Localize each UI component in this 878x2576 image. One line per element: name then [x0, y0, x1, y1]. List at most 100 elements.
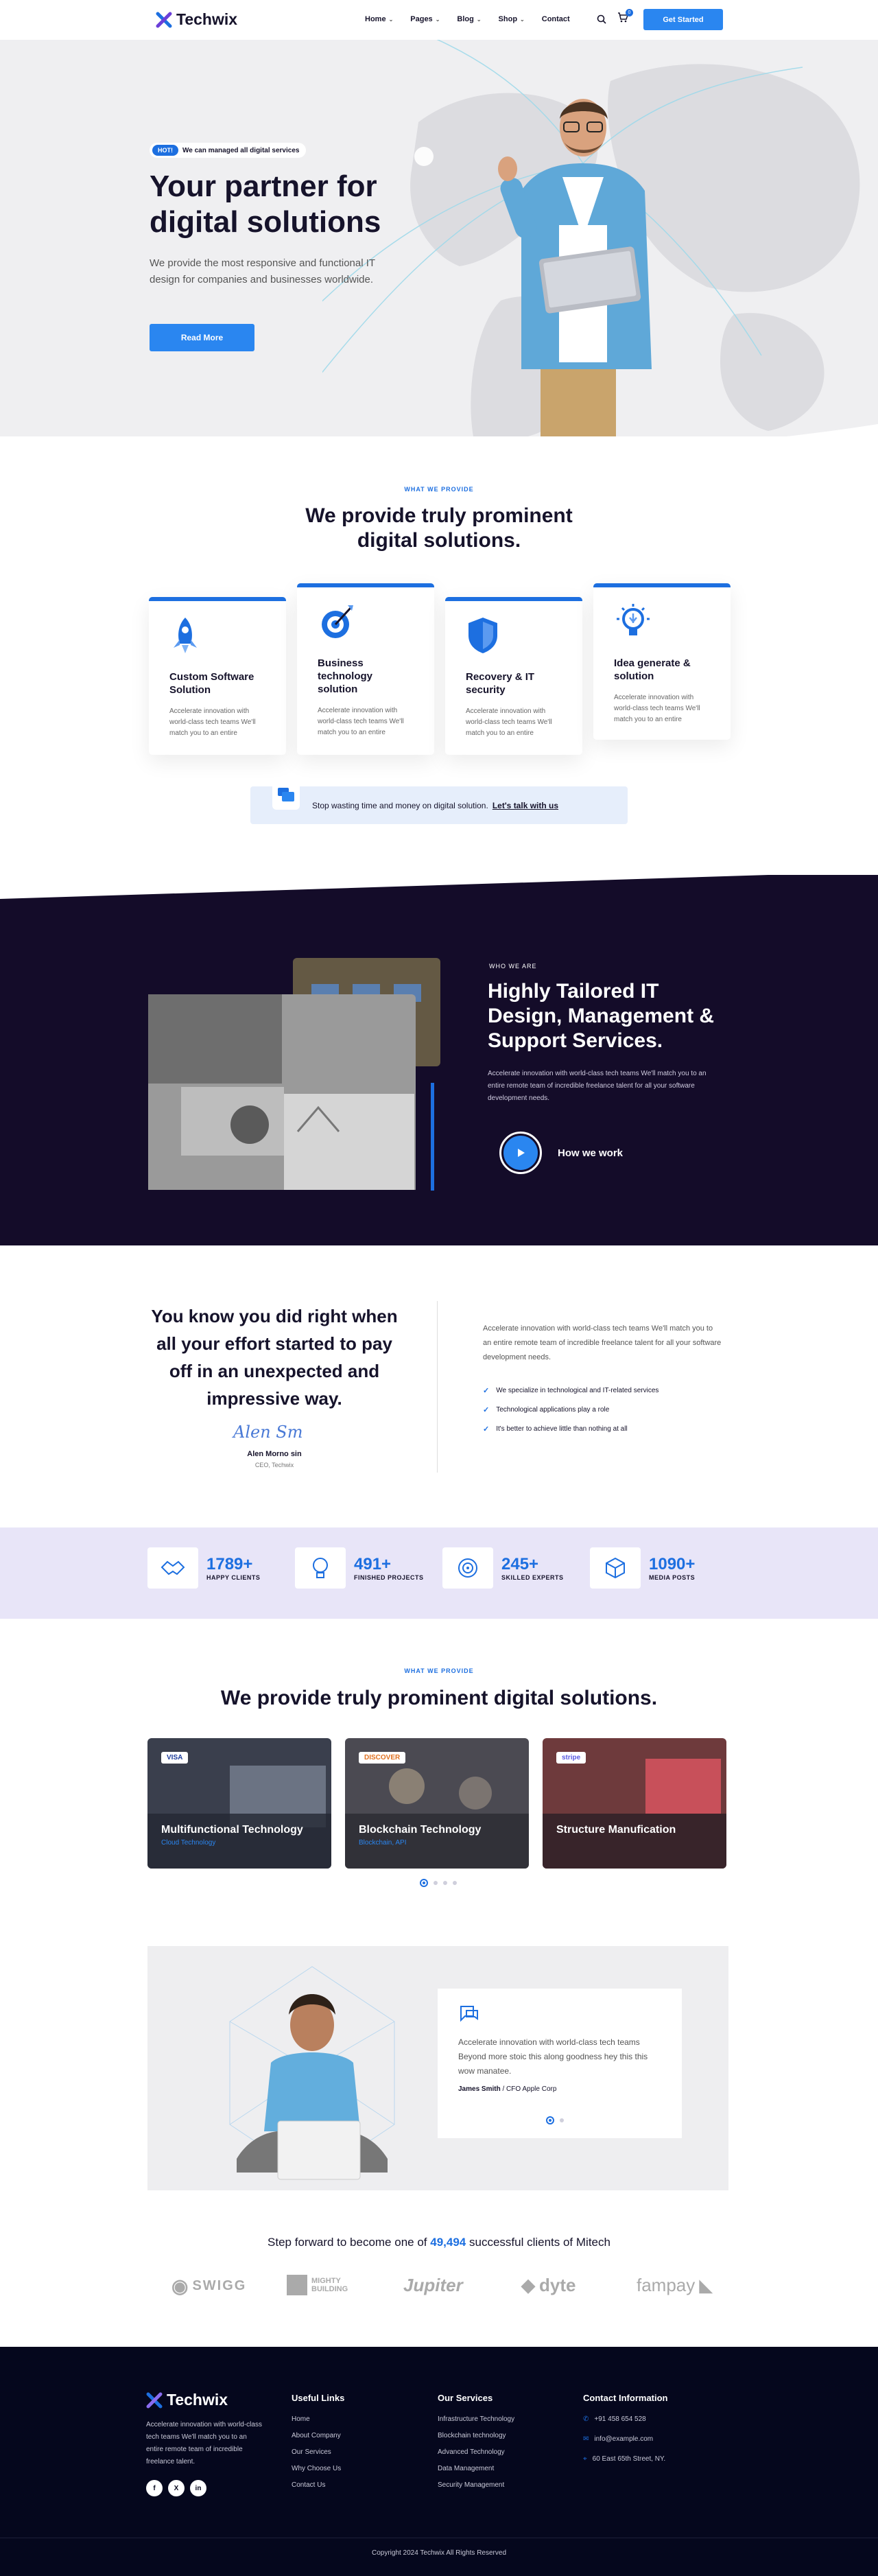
footer-link[interactable]: Contact Us	[292, 2481, 344, 2498]
footer-logo[interactable]: Techwix	[146, 2391, 228, 2409]
client-logo: fampay ◣	[637, 2275, 713, 2295]
nav-pages[interactable]: Pages ⌄	[410, 15, 440, 23]
linkedin-icon[interactable]: in	[190, 2480, 206, 2496]
fampay-logo-mark: ◣	[699, 2275, 713, 2295]
chevron-down-icon: ⌄	[476, 16, 482, 23]
footer-col-title: Our Services	[438, 2393, 493, 2403]
card-brand-tag: stripe	[556, 1752, 586, 1764]
chevron-down-icon: ⌄	[435, 16, 440, 23]
service-card-text: Accelerate innovation with world-class t…	[466, 707, 552, 737]
phone-icon: ✆	[583, 2415, 589, 2423]
social-links: f X in	[146, 2480, 206, 2496]
hero-title: Your partner for digital solutions	[150, 169, 381, 239]
card-title: Structure Manufication	[556, 1824, 676, 1836]
testimonial-card: Accelerate innovation with world-class t…	[438, 1989, 682, 2138]
service-card-title: Recovery & IT security	[466, 671, 535, 696]
logo-icon	[146, 2392, 163, 2408]
footer-contact-email[interactable]: ✉ info@example.com	[583, 2435, 668, 2455]
mighty-logo-mark	[287, 2275, 307, 2295]
cart-button[interactable]: 0	[617, 9, 633, 26]
testimonial-text: Accelerate innovation with world-class t…	[458, 2037, 648, 2076]
check-icon: ✓	[483, 1405, 490, 1414]
signer-name: Alen Morno sin	[247, 1450, 302, 1458]
footer-contact: Contact Information ✆ +91 458 654 528 ✉ in…	[583, 2393, 668, 2475]
footer-link[interactable]: Our Services	[292, 2448, 344, 2465]
play-icon	[518, 1149, 525, 1157]
stat-number: 1789+	[206, 1555, 253, 1573]
get-started-button[interactable]: Get Started	[643, 9, 723, 30]
service-card[interactable]: Custom Software Solution Accelerate inno…	[149, 597, 286, 755]
footer-link[interactable]: Why Choose Us	[292, 2465, 344, 2481]
hero-section: HOT! We can managed all digital services…	[0, 40, 878, 436]
stat-label: SKILLED EXPERTS	[501, 1574, 564, 1581]
service-card[interactable]: Idea generate & solution Accelerate inno…	[593, 583, 731, 740]
talk-link[interactable]: Let's talk with us	[493, 801, 558, 810]
nav-home[interactable]: Home ⌄	[365, 15, 393, 23]
service-card-text: Accelerate innovation with world-class t…	[614, 694, 700, 723]
carousel-dot[interactable]	[434, 1881, 438, 1885]
carousel-dot[interactable]	[546, 2116, 554, 2124]
service-card-text: Accelerate innovation with world-class t…	[318, 707, 404, 736]
quote-headline: You know you did right when all your eff…	[151, 1306, 398, 1409]
client-logo: MIGHTY BUILDING	[287, 2275, 353, 2295]
play-video-button[interactable]	[499, 1132, 542, 1174]
carousel-dot[interactable]	[560, 2118, 564, 2122]
service-card[interactable]: Recovery & IT security Accelerate innova…	[445, 597, 582, 755]
stat-number: 1090+	[649, 1555, 696, 1573]
portfolio-card[interactable]: VISA Multifunctional Technology Cloud Te…	[147, 1738, 331, 1869]
team-office-image	[148, 958, 440, 1190]
nav-blog[interactable]: Blog ⌄	[457, 15, 481, 23]
talk-cta-strip: Stop wasting time and money on digital s…	[250, 782, 628, 824]
stat-item: 245+ SKILLED EXPERTS	[442, 1547, 564, 1589]
hero-text: We provide the most responsive and funct…	[150, 257, 375, 285]
x-twitter-icon[interactable]: X	[168, 2480, 185, 2496]
nav-shop[interactable]: Shop ⌄	[499, 15, 525, 23]
target-icon	[322, 605, 353, 638]
carousel-dot[interactable]	[420, 1879, 428, 1887]
stats-band	[0, 1527, 878, 1619]
carousel-dot[interactable]	[443, 1881, 447, 1885]
email-icon: ✉	[583, 2435, 589, 2443]
footer-link[interactable]: Security Management	[438, 2481, 514, 2498]
card-brand-tag: VISA	[161, 1752, 189, 1764]
read-more-button[interactable]: Read More	[150, 324, 254, 351]
quote-chat-icon	[460, 2006, 478, 2022]
search-icon[interactable]	[597, 14, 606, 24]
stat-label: MEDIA POSTS	[649, 1574, 696, 1581]
stat-label: HAPPY CLIENTS	[206, 1574, 261, 1581]
stat-item: 491+ FINISHED PROJECTS	[295, 1547, 424, 1589]
footer-link[interactable]: Infrastructure Technology	[438, 2415, 514, 2432]
portfolio-card[interactable]: DISCOVER Blockchain Technology Blockchai…	[345, 1738, 529, 1869]
footer-link[interactable]: Home	[292, 2415, 344, 2432]
portfolio-card[interactable]: stripe Structure Manufication	[543, 1738, 726, 1869]
service-card[interactable]: Business technology solution Accelerate …	[297, 583, 434, 755]
stat-item: 1090+ MEDIA POSTS	[590, 1547, 695, 1589]
check-icon: ✓	[483, 1386, 490, 1395]
footer-link[interactable]: Blockchain technology	[438, 2432, 514, 2448]
footer-link[interactable]: About Company	[292, 2432, 344, 2448]
stat-label: FINISHED PROJECTS	[354, 1574, 424, 1581]
stat-item: 1789+ HAPPY CLIENTS	[147, 1547, 260, 1589]
signer-role: CEO, Techwix	[254, 1462, 294, 1468]
testimonial-dots	[546, 2116, 564, 2124]
card-brand-tag: DISCOVER	[359, 1752, 406, 1764]
footer-link[interactable]: Data Management	[438, 2465, 514, 2481]
nav-contact[interactable]: Contact	[542, 15, 570, 23]
footer-link[interactable]: Advanced Technology	[438, 2448, 514, 2465]
clients-headline: Step forward to become one of 49,494 suc…	[268, 2236, 610, 2249]
carousel-dot[interactable]	[453, 1881, 457, 1885]
how-we-work-label[interactable]: How we work	[558, 1147, 623, 1159]
facebook-icon[interactable]: f	[146, 2480, 163, 2496]
chat-icon	[272, 782, 300, 810]
brand-logo[interactable]: Techwix	[156, 10, 237, 29]
check-item: ✓ Technological applications play a role	[483, 1405, 610, 1414]
cta-text: Stop wasting time and money on digital s…	[312, 800, 488, 810]
location-pin-icon: ◉	[171, 2275, 189, 2297]
service-card-title: Business technology solution	[318, 657, 373, 695]
carousel-dots	[420, 1879, 457, 1887]
hot-label: HOT!	[152, 145, 178, 156]
testimonial-author: James Smith / CFO Apple Corp	[458, 2085, 557, 2093]
footer-contact-phone[interactable]: ✆ +91 458 654 528	[583, 2415, 668, 2435]
chevron-down-icon: ⌄	[520, 16, 525, 23]
testimonial-person-image	[229, 1966, 395, 2180]
